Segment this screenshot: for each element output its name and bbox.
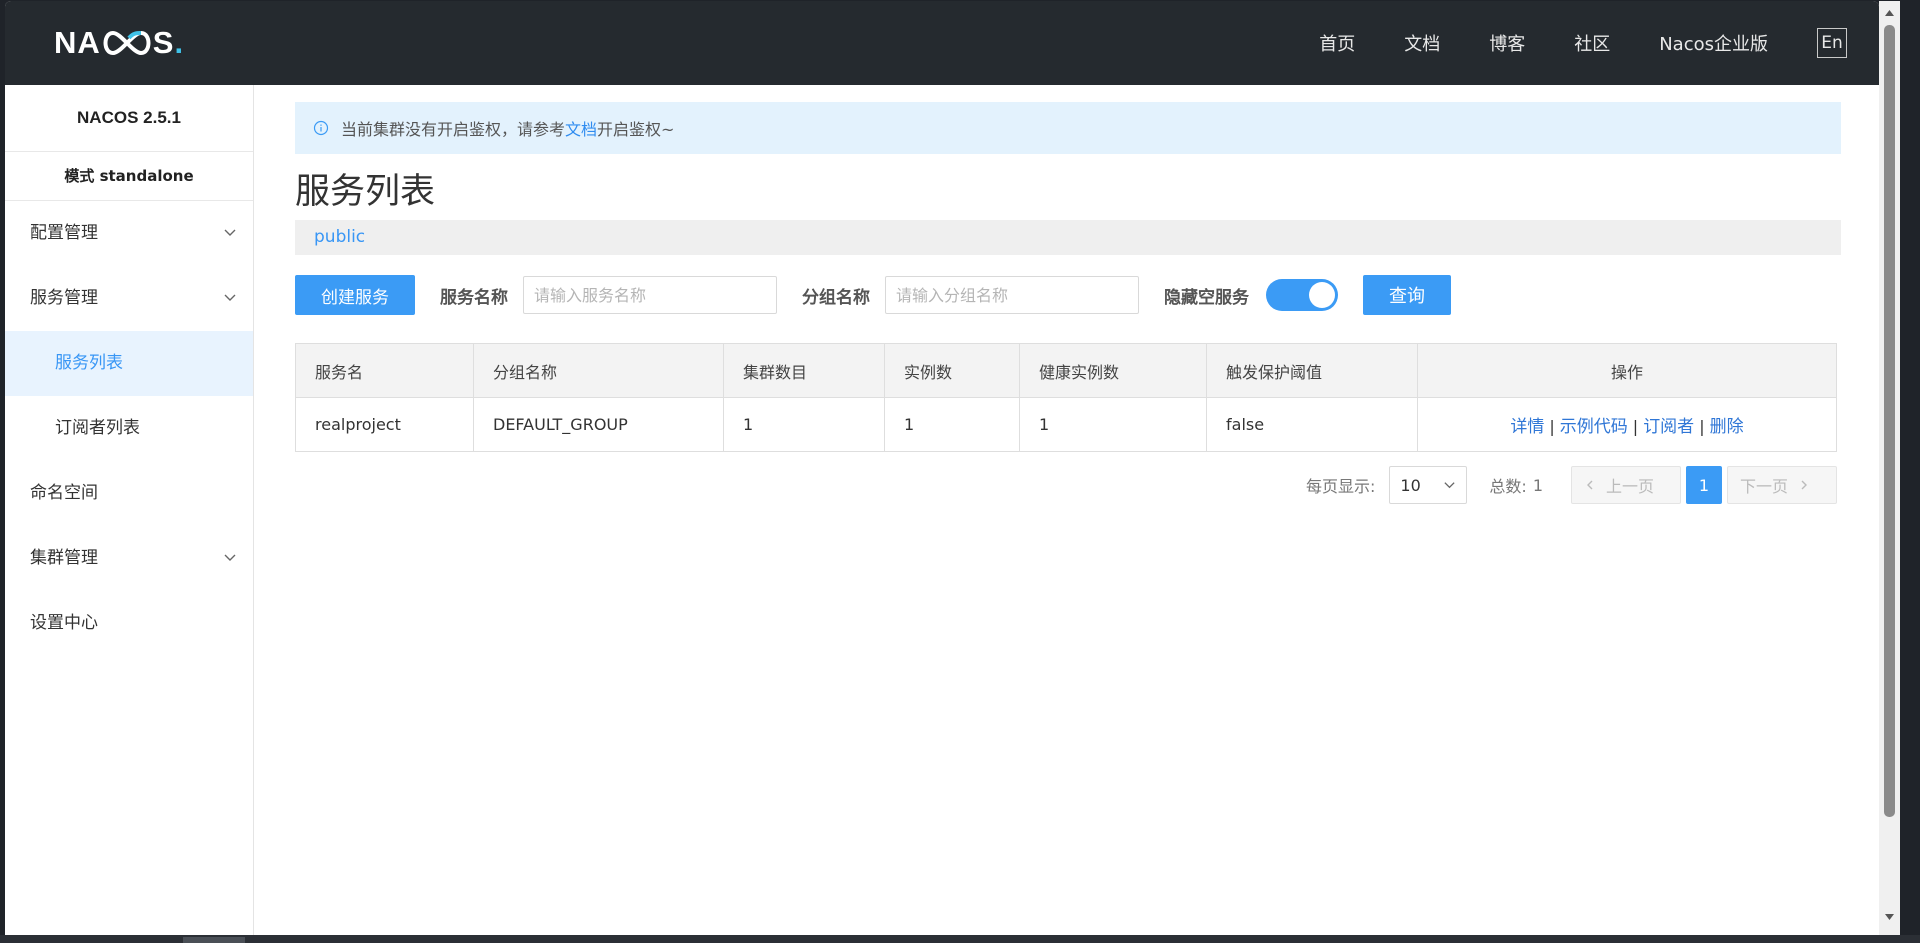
sidebar-item-namespace[interactable]: 命名空间 [5,461,253,526]
toggle-knob [1309,282,1335,308]
pagination: 每页显示: 10 总数: 1 上一页 1 下一页 [295,465,1837,505]
nav-home[interactable]: 首页 [1319,30,1355,56]
table-header-row: 服务名 分组名称 集群数目 实例数 健康实例数 触发保护阈值 操作 [295,343,1837,398]
scrollbar-thumb[interactable] [1884,25,1895,817]
nav-blog[interactable]: 博客 [1489,30,1525,56]
vertical-scrollbar[interactable] [1879,1,1900,935]
search-toolbar: 创建服务 服务名称 分组名称 隐藏空服务 查询 [295,275,1841,315]
group-name-label: 分组名称 [802,287,870,308]
total-label: 总数: [1489,477,1527,496]
scroll-up-arrow-icon[interactable] [1884,9,1895,17]
namespace-tab-public[interactable]: public [295,220,1841,255]
prev-page-label: 上一页 [1606,477,1655,496]
separator: | [1699,417,1705,436]
chevron-down-icon [224,554,236,561]
info-icon [313,120,329,136]
sidebar: NACOS 2.5.1 模式 standalone 配置管理 服务管理 服务列表… [5,85,254,935]
cell-protect-threshold: false [1206,397,1418,452]
separator: | [1549,417,1555,436]
prev-page-button[interactable]: 上一页 [1571,466,1681,504]
sidebar-item-config-management[interactable]: 配置管理 [5,201,253,266]
notice-text-suffix: 开启鉴权~ [597,120,675,139]
delete-link[interactable]: 删除 [1710,417,1744,437]
sidebar-item-label: 服务列表 [55,353,123,373]
sidebar-item-label: 订阅者列表 [55,418,140,438]
hide-empty-label: 隐藏空服务 [1164,287,1249,308]
nacos-logo[interactable]: NA S. [54,25,184,61]
browser-viewport: NA S. 首页 文档 博客 社区 Nacos企业版 En NACOS 2.5.… [5,1,1879,935]
infinity-loop-icon [103,30,151,56]
scroll-down-arrow-icon[interactable] [1884,913,1895,921]
sidebar-item-label: 配置管理 [30,223,98,243]
cell-healthy-count: 1 [1019,397,1207,452]
col-protect-threshold[interactable]: 触发保护阈值 [1206,343,1418,398]
sidebar-item-label: 设置中心 [30,613,98,633]
next-page-button[interactable]: 下一页 [1727,466,1837,504]
page-1-button[interactable]: 1 [1686,466,1722,504]
logo-text: NA [54,25,101,60]
sidebar-item-subscriber-list[interactable]: 订阅者列表 [5,396,253,461]
sidebar-item-label: 集群管理 [30,548,98,568]
service-table: 服务名 分组名称 集群数目 实例数 健康实例数 触发保护阈值 操作 realpr… [295,343,1837,452]
notice-text: 当前集群没有开启鉴权，请参考 [341,120,566,139]
main-content: 当前集群没有开启鉴权，请参考 文档 开启鉴权~ 服务列表 public 创建服务 服… [295,85,1841,505]
cell-cluster-count: 1 [723,397,885,452]
nav-enterprise[interactable]: Nacos企业版 [1659,30,1768,56]
top-nav: 首页 文档 博客 社区 Nacos企业版 En [1319,1,1879,85]
cell-instance-count: 1 [884,397,1020,452]
sidebar-item-settings-center[interactable]: 设置中心 [5,591,253,656]
sidebar-item-label: 服务管理 [30,288,98,308]
page-title: 服务列表 [295,172,436,212]
total-count: 1 [1532,475,1543,495]
taskbar-item[interactable] [183,937,245,943]
query-button[interactable]: 查询 [1363,275,1451,315]
chevron-right-icon [1801,480,1808,490]
chevron-down-icon [1444,481,1456,488]
version-label: NACOS 2.5.1 [5,85,253,152]
detail-link[interactable]: 详情 [1510,417,1544,437]
next-page-label: 下一页 [1740,477,1789,496]
sidebar-item-service-management[interactable]: 服务管理 [5,266,253,331]
cell-service-name: realproject [295,397,474,452]
page-size-label: 每页显示: [1306,477,1376,496]
col-service-name[interactable]: 服务名 [295,343,474,398]
nav-community[interactable]: 社区 [1574,30,1610,56]
mode-label: 模式 standalone [5,152,253,201]
chevron-down-icon [224,229,236,236]
table-row: realproject DEFAULT_GROUP 1 1 1 false 详情… [295,397,1837,452]
notice-docs-link[interactable]: 文档 [565,116,597,140]
auth-notice-banner: 当前集群没有开启鉴权，请参考 文档 开启鉴权~ [295,102,1841,154]
col-actions: 操作 [1417,343,1837,398]
col-instance-count[interactable]: 实例数 [884,343,1020,398]
sidebar-item-cluster-management[interactable]: 集群管理 [5,526,253,591]
language-toggle-button[interactable]: En [1817,28,1847,58]
hide-empty-toggle[interactable] [1266,279,1338,311]
nav-docs[interactable]: 文档 [1404,30,1440,56]
chevron-left-icon [1587,480,1593,490]
logo-dot: . [174,25,185,60]
sample-code-link[interactable]: 示例代码 [1560,417,1628,437]
chevron-down-icon [224,294,236,301]
group-name-input[interactable] [885,276,1139,314]
create-service-button[interactable]: 创建服务 [295,275,415,315]
sidebar-item-label: 命名空间 [30,483,98,503]
col-group-name[interactable]: 分组名称 [473,343,724,398]
cell-actions: 详情 | 示例代码 | 订阅者 | 删除 [1417,397,1837,452]
page-size-value: 10 [1400,475,1421,495]
col-healthy-count[interactable]: 健康实例数 [1019,343,1207,398]
subscribers-link[interactable]: 订阅者 [1643,417,1694,437]
service-name-input[interactable] [523,276,777,314]
logo-text-tail: S [152,25,175,60]
cell-group-name: DEFAULT_GROUP [473,397,724,452]
separator: | [1632,417,1639,436]
sidebar-item-service-list[interactable]: 服务列表 [5,331,253,396]
col-cluster-count[interactable]: 集群数目 [723,343,885,398]
top-nav-bar: NA S. 首页 文档 博客 社区 Nacos企业版 En [5,1,1879,85]
service-name-label: 服务名称 [440,287,508,308]
taskbar-strip [0,935,1920,943]
page-size-select[interactable]: 10 [1389,466,1468,504]
